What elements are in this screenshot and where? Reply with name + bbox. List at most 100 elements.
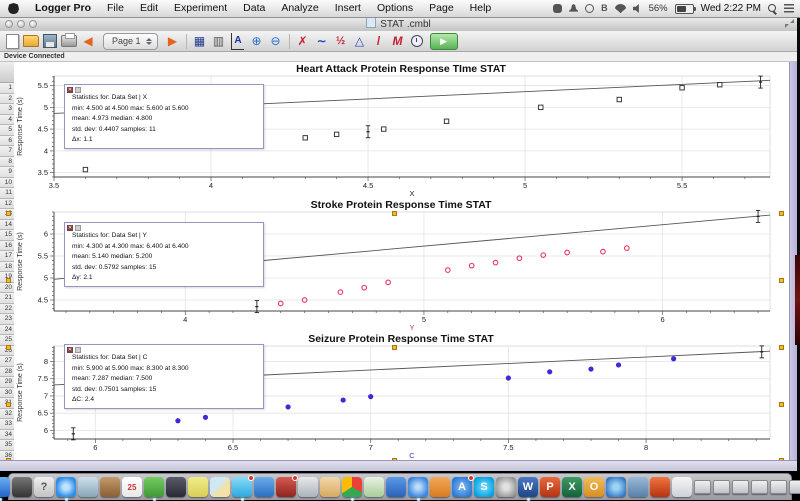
statistics-button[interactable]: ½ [333, 33, 349, 50]
resize-icon[interactable] [75, 87, 81, 93]
forward-page-button[interactable]: ▶ [165, 33, 181, 50]
back-page-button[interactable]: ◀ [80, 33, 96, 50]
data-point[interactable] [334, 132, 338, 136]
data-collection-button[interactable] [409, 33, 425, 50]
dock-launchpad-icon[interactable] [12, 477, 32, 497]
fullscreen-icon[interactable] [785, 19, 794, 28]
statistics-box[interactable]: ✕Statistics for: Data Set | Cmin: 5.900 … [64, 344, 264, 409]
selection-handle[interactable] [392, 211, 397, 216]
new-document-button[interactable] [4, 33, 20, 50]
row-number[interactable]: 28 [0, 367, 14, 378]
autoscale-button[interactable]: A [230, 33, 246, 50]
dock-skype-icon[interactable]: S [474, 477, 494, 497]
dock-minimized-window[interactable] [694, 480, 711, 494]
apple-icon[interactable] [8, 3, 19, 14]
row-number[interactable]: 16 [0, 241, 14, 252]
data-point[interactable] [444, 119, 448, 123]
zoom-out-button[interactable]: ⊖ [268, 33, 284, 50]
statistics-box[interactable]: ✕Statistics for: Data Set | Ymin: 4.300 … [64, 222, 264, 287]
data-point[interactable] [547, 369, 552, 374]
data-point[interactable] [341, 397, 346, 402]
selection-handle[interactable] [6, 278, 11, 283]
row-number[interactable]: 32 [0, 409, 14, 420]
menu-experiment[interactable]: Experiment [166, 2, 235, 14]
selection-handle[interactable] [6, 345, 11, 350]
selection-handle[interactable] [779, 345, 784, 350]
dock-pages-icon[interactable] [320, 477, 340, 497]
horizontal-scrollbar[interactable] [0, 460, 797, 471]
row-number[interactable]: 24 [0, 325, 14, 336]
row-number[interactable]: 15 [0, 230, 14, 241]
statistics-box[interactable]: ✕Statistics for: Data Set | Xmin: 4.500 … [64, 84, 264, 149]
chart-1[interactable]: 3.544.555.53.544.555.5Heart Attack Prote… [14, 62, 788, 198]
data-point[interactable] [718, 83, 722, 87]
data-browser-button[interactable]: ▦ [192, 33, 208, 50]
selection-handle[interactable] [6, 402, 11, 407]
open-folder-button[interactable] [23, 33, 39, 50]
data-point[interactable] [175, 418, 180, 423]
dock-numbers-icon[interactable] [364, 477, 384, 497]
zoom-in-button[interactable]: ⊕ [249, 33, 265, 50]
dock-google-earth-icon[interactable] [606, 477, 626, 497]
dock-minimized-window[interactable] [713, 480, 730, 494]
data-point[interactable] [368, 394, 373, 399]
close-icon[interactable]: ✕ [67, 347, 73, 353]
dock-calendar-icon[interactable]: 25 [122, 477, 142, 497]
row-number[interactable]: 1 [0, 83, 14, 94]
dock-itunes-icon[interactable] [408, 477, 428, 497]
data-point[interactable] [506, 375, 511, 380]
data-point[interactable] [83, 167, 87, 171]
row-number[interactable]: 29 [0, 377, 14, 388]
dock-keynote-icon[interactable] [386, 477, 406, 497]
row-number[interactable]: 4 [0, 115, 14, 126]
resize-icon[interactable] [75, 347, 81, 353]
menu-data[interactable]: Data [235, 2, 273, 14]
menu-help[interactable]: Help [462, 2, 500, 14]
selection-handle[interactable] [6, 458, 11, 460]
dock-maps-icon[interactable] [210, 477, 230, 497]
row-number[interactable]: 9 [0, 167, 14, 178]
row-number[interactable]: 18 [0, 262, 14, 273]
data-point[interactable] [616, 362, 621, 367]
resize-icon[interactable] [75, 225, 81, 231]
data-point[interactable] [539, 105, 543, 109]
dock-safari-icon[interactable] [56, 477, 76, 497]
data-point[interactable] [303, 136, 307, 140]
row-number[interactable]: 20 [0, 283, 14, 294]
wifi-icon[interactable] [615, 4, 626, 13]
row-number[interactable]: 3 [0, 104, 14, 115]
data-point[interactable] [285, 404, 290, 409]
row-number[interactable]: 10 [0, 178, 14, 189]
dock-ibooks-author-icon[interactable] [276, 477, 296, 497]
close-icon[interactable]: ✕ [67, 87, 73, 93]
dock-xcode-icon[interactable] [628, 477, 648, 497]
selection-handle[interactable] [6, 211, 11, 216]
data-point[interactable] [382, 127, 386, 131]
tangent-button[interactable]: ∼ [314, 33, 330, 50]
dock-word-icon[interactable]: W [518, 477, 538, 497]
row-number[interactable]: 11 [0, 188, 14, 199]
row-number[interactable]: 25 [0, 335, 14, 346]
battery-icon[interactable] [675, 4, 694, 14]
row-number[interactable]: 22 [0, 304, 14, 315]
row-number[interactable]: 5 [0, 125, 14, 136]
row-number[interactable]: 35 [0, 440, 14, 451]
selection-handle[interactable] [779, 458, 784, 460]
data-point[interactable] [203, 415, 208, 420]
row-number[interactable]: 14 [0, 220, 14, 231]
dock-books-icon[interactable] [430, 477, 450, 497]
data-table-row-numbers[interactable]: 1234567891011121314151617181920212223242… [0, 62, 15, 460]
dock-minimized-window[interactable] [789, 480, 800, 494]
dock-stickies-icon[interactable] [188, 477, 208, 497]
dock-powerpoint-icon[interactable]: P [540, 477, 560, 497]
selection-handle[interactable] [779, 278, 784, 283]
menu-analyze[interactable]: Analyze [273, 2, 326, 14]
selection-handle[interactable] [392, 458, 397, 460]
dock-outlook-icon[interactable]: O [584, 477, 604, 497]
examine-button[interactable]: ✗ [295, 33, 311, 50]
collect-button[interactable]: ▶ [430, 33, 458, 50]
spotlight-icon[interactable] [768, 4, 777, 13]
time-machine-icon[interactable] [585, 4, 594, 13]
save-button[interactable] [42, 33, 58, 50]
dock-minimized-window[interactable] [732, 480, 749, 494]
